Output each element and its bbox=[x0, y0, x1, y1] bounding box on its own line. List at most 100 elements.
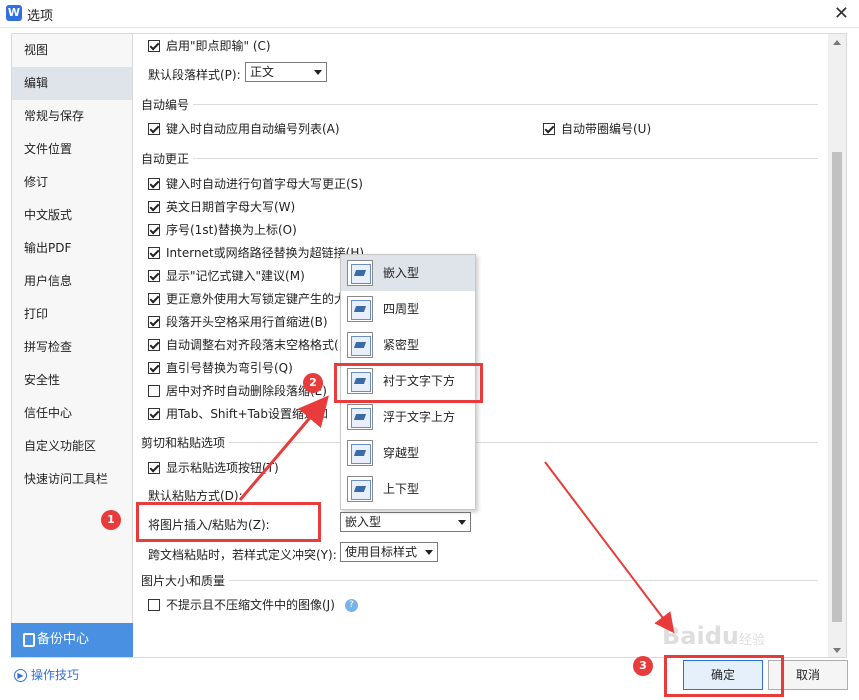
dropdown-item-label: 上下型 bbox=[383, 482, 420, 496]
option-label: 英文日期首字母大写(W) bbox=[166, 200, 296, 214]
checkbox[interactable] bbox=[148, 224, 160, 236]
tips-label: 操作技巧 bbox=[31, 668, 80, 682]
checkbox[interactable] bbox=[148, 362, 160, 374]
dropdown-item-label: 紧密型 bbox=[383, 338, 420, 352]
sidebar-item-quick-access[interactable]: 快速访问工具栏 bbox=[12, 463, 132, 496]
scrollbar[interactable] bbox=[828, 34, 846, 657]
dropdown-item-inline[interactable]: 嵌入型 bbox=[341, 255, 475, 291]
checkbox[interactable] bbox=[148, 462, 160, 474]
checkbox[interactable] bbox=[148, 270, 160, 282]
default-para-select[interactable]: 正文 bbox=[245, 62, 327, 82]
checkbox[interactable] bbox=[148, 178, 160, 190]
scroll-up-icon[interactable] bbox=[833, 40, 841, 45]
sidebar-item-revision[interactable]: 修订 bbox=[12, 166, 132, 199]
checkbox[interactable] bbox=[148, 385, 160, 397]
auto-correct-option[interactable]: 显示"记忆式键入"建议(M) bbox=[148, 267, 305, 284]
annotation-box-behind-text bbox=[334, 363, 483, 403]
scroll-down-icon[interactable] bbox=[833, 648, 841, 653]
chevron-down-icon bbox=[458, 520, 466, 525]
checkbox[interactable] bbox=[148, 201, 160, 213]
annotation-badge-2: 2 bbox=[303, 373, 323, 393]
close-icon[interactable]: ✕ bbox=[834, 3, 849, 24]
sidebar-item-edit[interactable]: 编辑 bbox=[12, 67, 132, 100]
checkbox[interactable] bbox=[148, 316, 160, 328]
auto-number-list-option[interactable]: 键入时自动应用自动编号列表(A) bbox=[148, 120, 340, 137]
sidebar-item-export-pdf[interactable]: 输出PDF bbox=[12, 232, 132, 265]
insert-image-select[interactable]: 嵌入型 bbox=[340, 512, 471, 532]
show-paste-button-option[interactable]: 显示粘贴选项按钮(T) bbox=[148, 459, 279, 476]
checkbox[interactable] bbox=[148, 40, 160, 52]
auto-correct-option[interactable]: 用Tab、Shift+Tab设置缩进和 bbox=[148, 405, 328, 422]
checkbox[interactable] bbox=[543, 123, 555, 135]
option-label: 用Tab、Shift+Tab设置缩进和 bbox=[166, 407, 328, 421]
options-content: 启用"即点即输" (C) 默认段落样式(P): 正文 自动编号 键入时自动应用自… bbox=[133, 33, 847, 658]
wrap-in-front-icon bbox=[347, 404, 373, 430]
sidebar-item-general-save[interactable]: 常规与保存 bbox=[12, 100, 132, 133]
checkbox[interactable] bbox=[148, 408, 160, 420]
section-auto-number: 自动编号 bbox=[141, 98, 190, 112]
dropdown-item-tight[interactable]: 紧密型 bbox=[341, 327, 475, 363]
dropdown-item-label: 穿越型 bbox=[383, 446, 420, 460]
annotation-box-insert-image bbox=[136, 502, 321, 542]
backup-center-button[interactable]: 备份中心 bbox=[11, 623, 133, 657]
sidebar-item-customize-ribbon[interactable]: 自定义功能区 bbox=[12, 430, 132, 463]
window-title: 选项 bbox=[27, 9, 54, 24]
help-icon[interactable]: ? bbox=[344, 599, 358, 612]
dropdown-item-in-front-text[interactable]: 浮于文字上方 bbox=[341, 399, 475, 435]
sidebar-item-security[interactable]: 安全性 bbox=[12, 364, 132, 397]
dropdown-item-top-bottom[interactable]: 上下型 bbox=[341, 471, 475, 507]
wrap-square-icon bbox=[347, 296, 373, 322]
auto-correct-option[interactable]: Internet或网络路径替换为超链接(H) bbox=[148, 244, 364, 261]
instant-input-option[interactable]: 启用"即点即输" (C) bbox=[148, 37, 271, 54]
dropdown-item-label: 嵌入型 bbox=[383, 266, 420, 280]
auto-correct-option[interactable]: 更正意外使用大写锁定键产生的大 bbox=[148, 290, 346, 307]
sidebar: 视图 编辑 常规与保存 文件位置 修订 中文版式 输出PDF 用户信息 打印 拼… bbox=[11, 33, 133, 658]
scroll-thumb[interactable] bbox=[832, 152, 842, 622]
section-cut-paste: 剪切和粘贴选项 bbox=[141, 436, 226, 450]
wrap-inline-icon bbox=[347, 260, 373, 286]
wps-writer-icon: W bbox=[6, 5, 22, 21]
sidebar-item-spell-check[interactable]: 拼写检查 bbox=[12, 331, 132, 364]
cross-doc-select[interactable]: 使用目标样式 bbox=[340, 542, 438, 562]
baidu-watermark: Baidu经验 bbox=[662, 622, 765, 650]
auto-correct-option[interactable]: 自动调整右对齐段落末空格格式( bbox=[148, 336, 339, 353]
dropdown-item-square[interactable]: 四周型 bbox=[341, 291, 475, 327]
auto-correct-option[interactable]: 居中对齐时自动删除段落缩(E) bbox=[148, 382, 327, 399]
dropdown-item-label: 浮于文字上方 bbox=[383, 410, 456, 424]
option-label: 更正意外使用大写锁定键产生的大 bbox=[166, 292, 347, 306]
dropdown-item-through[interactable]: 穿越型 bbox=[341, 435, 475, 471]
wrap-through-icon bbox=[347, 440, 373, 466]
option-label: 段落开头空格采用行首缩进(B) bbox=[166, 315, 328, 329]
checkbox[interactable] bbox=[148, 247, 160, 259]
watermark-text: Baidu bbox=[662, 622, 739, 650]
auto-correct-option[interactable]: 直引号替换为弯引号(Q) bbox=[148, 359, 293, 376]
sidebar-item-trust-center[interactable]: 信任中心 bbox=[12, 397, 132, 430]
sidebar-item-print[interactable]: 打印 bbox=[12, 298, 132, 331]
checkbox[interactable] bbox=[148, 599, 160, 611]
sidebar-item-chinese-layout[interactable]: 中文版式 bbox=[12, 199, 132, 232]
option-label: 序号(1st)替换为上标(O) bbox=[166, 223, 297, 237]
checkbox[interactable] bbox=[148, 339, 160, 351]
auto-circle-number-option[interactable]: 自动带圈编号(U) bbox=[543, 120, 651, 137]
sidebar-item-view[interactable]: 视图 bbox=[12, 34, 132, 67]
sidebar-item-user-info[interactable]: 用户信息 bbox=[12, 265, 132, 298]
sidebar-item-file-location[interactable]: 文件位置 bbox=[12, 133, 132, 166]
checkbox[interactable] bbox=[148, 123, 160, 135]
option-label: 键入时自动进行句首字母大写更正(S) bbox=[166, 177, 363, 191]
select-value: 嵌入型 bbox=[345, 515, 382, 529]
checkbox[interactable] bbox=[148, 293, 160, 305]
option-label: 不提示且不压缩文件中的图像(J) bbox=[166, 598, 335, 612]
tips-link[interactable]: ▶ 操作技巧 bbox=[14, 666, 79, 683]
annotation-badge-1: 1 bbox=[101, 510, 121, 530]
option-label: 直引号替换为弯引号(Q) bbox=[166, 361, 293, 375]
no-compress-option[interactable]: 不提示且不压缩文件中的图像(J)? bbox=[148, 596, 358, 613]
wrap-top-bottom-icon bbox=[347, 476, 373, 502]
section-image-quality: 图片大小和质量 bbox=[141, 574, 226, 588]
auto-correct-option[interactable]: 序号(1st)替换为上标(O) bbox=[148, 221, 297, 238]
chevron-down-icon bbox=[314, 70, 322, 75]
auto-correct-option[interactable]: 英文日期首字母大写(W) bbox=[148, 198, 295, 215]
play-icon: ▶ bbox=[14, 669, 27, 682]
auto-correct-option[interactable]: 键入时自动进行句首字母大写更正(S) bbox=[148, 175, 363, 192]
title-bar: W 选项 ✕ bbox=[0, 0, 859, 28]
auto-correct-option[interactable]: 段落开头空格采用行首缩进(B) bbox=[148, 313, 328, 330]
